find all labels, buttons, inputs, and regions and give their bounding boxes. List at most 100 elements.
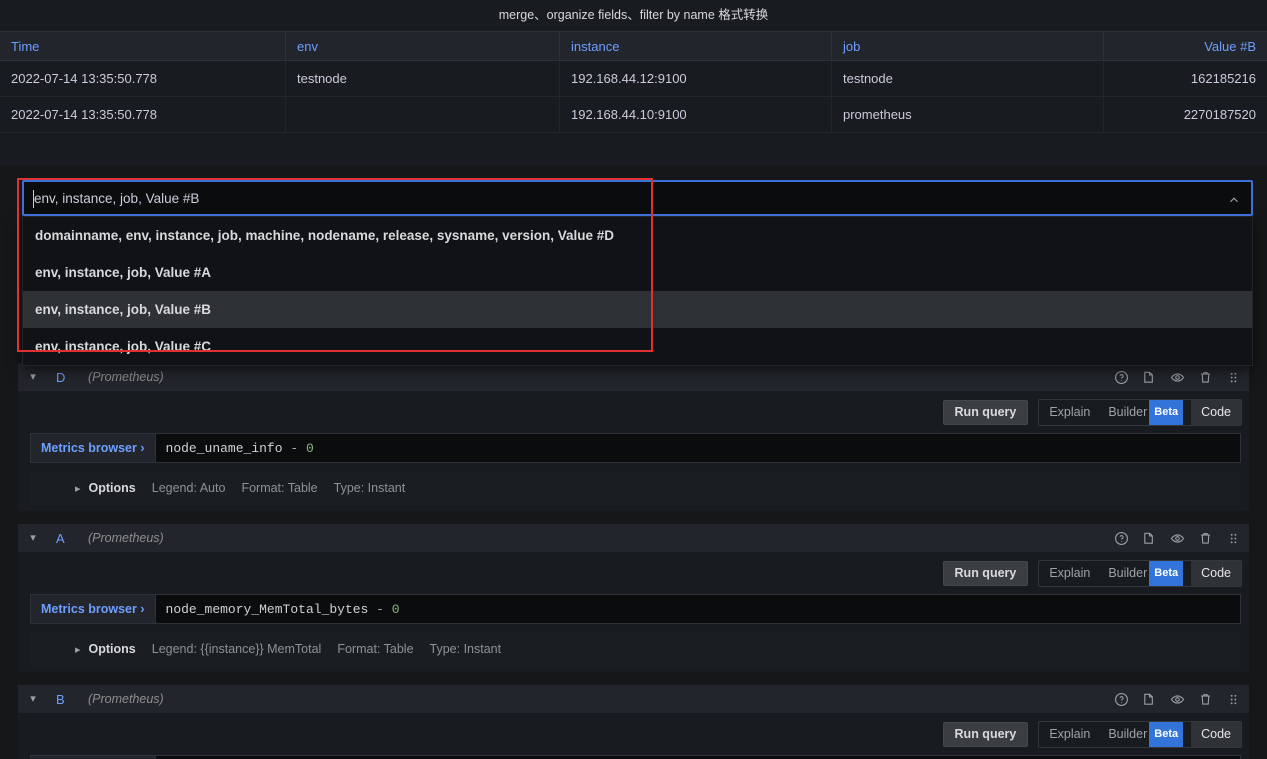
format-summary: Format: Table: [337, 642, 414, 656]
column-header-time[interactable]: Time: [0, 31, 286, 61]
query-toolbar: Run query Explain Builder Beta Code: [18, 552, 1249, 594]
query-mode-toggle: Explain Builder Beta Code: [1038, 398, 1242, 426]
query-ref-id[interactable]: A: [42, 531, 88, 546]
code-mode-button[interactable]: Code: [1191, 399, 1241, 425]
help-circle-icon[interactable]: [1114, 531, 1129, 546]
legend-summary: Legend: Auto: [151, 481, 226, 495]
expr-value: 0: [305, 440, 314, 456]
query-datasource-label: (Prometheus): [88, 692, 164, 706]
builder-mode-button[interactable]: Builder Beta: [1100, 560, 1191, 586]
chevron-right-icon[interactable]: ▸: [75, 482, 81, 495]
dropdown-option[interactable]: env, instance, job, Value #C: [23, 328, 1252, 365]
query-editor-row-b: ▾ B (Prometheus) Run query Explain Build…: [18, 685, 1249, 759]
drag-handle-icon[interactable]: [1226, 531, 1241, 546]
dropdown-option-selected[interactable]: env, instance, job, Value #B: [23, 291, 1252, 328]
metrics-browser-button[interactable]: Metrics browser ›: [30, 755, 155, 759]
cell-job: prometheus: [831, 96, 1104, 133]
eye-icon[interactable]: [1170, 531, 1185, 546]
cell-env: testnode: [285, 60, 560, 97]
query-expression-input[interactable]: node_memory_MemTotal_bytes - 0: [154, 594, 1241, 624]
builder-mode-button[interactable]: Builder Beta: [1100, 399, 1191, 425]
expr-metric: node_memory_MemTotal_bytes: [165, 601, 369, 617]
beta-badge: Beta: [1149, 721, 1184, 747]
metrics-browser-button[interactable]: Metrics browser ›: [30, 594, 155, 624]
beta-badge: Beta: [1149, 399, 1184, 425]
query-expression-input[interactable]: node_uname_info - 0: [154, 433, 1241, 463]
results-table: Time env instance job Value #B 2022-07-1…: [0, 31, 1267, 133]
query-options-bar[interactable]: ▸ Options Legend: Auto Format: Table Typ…: [30, 471, 1241, 505]
explain-toggle[interactable]: Explain: [1039, 561, 1100, 586]
expr-value: 0: [391, 601, 400, 617]
dropdown-option[interactable]: domainname, env, instance, job, machine,…: [23, 217, 1252, 254]
cell-value: 2270187520: [1103, 96, 1267, 133]
code-mode-button[interactable]: Code: [1191, 560, 1241, 586]
cell-time: 2022-07-14 13:35:50.778: [0, 60, 286, 97]
cell-time: 2022-07-14 13:35:50.778: [0, 96, 286, 133]
panel-title: merge、organize fields、filter by name 格式转…: [498, 8, 769, 22]
builder-label: Builder: [1108, 404, 1148, 419]
query-header[interactable]: ▾ A (Prometheus): [18, 524, 1249, 552]
query-expression-input[interactable]: [154, 755, 1241, 759]
query-actions: [1114, 370, 1241, 385]
eye-icon[interactable]: [1170, 692, 1185, 707]
query-toolbar: Run query Explain Builder Beta Code: [18, 713, 1249, 755]
copy-icon[interactable]: [1142, 370, 1157, 385]
query-mode-toggle: Explain Builder Beta Code: [1038, 720, 1242, 748]
format-summary: Format: Table: [241, 481, 318, 495]
explain-toggle[interactable]: Explain: [1039, 722, 1100, 747]
cell-env: [285, 96, 560, 133]
query-actions: [1114, 531, 1241, 546]
table-row: 2022-07-14 13:35:50.778 192.168.44.10:91…: [0, 96, 1267, 133]
field-select-dropdown[interactable]: domainname, env, instance, job, machine,…: [22, 216, 1253, 366]
trash-icon[interactable]: [1198, 370, 1213, 385]
cell-instance: 192.168.44.10:9100: [559, 96, 832, 133]
metrics-browser-button[interactable]: Metrics browser ›: [30, 433, 155, 463]
column-header-env[interactable]: env: [285, 31, 560, 61]
query-editor-row-a: ▾ A (Prometheus) Run query Explain Build…: [18, 524, 1249, 672]
field-select-value: env, instance, job, Value #B: [34, 191, 200, 206]
query-options-bar[interactable]: ▸ Options Legend: {{instance}} MemTotal …: [30, 632, 1241, 666]
expr-operator: -: [376, 601, 384, 617]
dropdown-option[interactable]: env, instance, job, Value #A: [23, 254, 1252, 291]
trash-icon[interactable]: [1198, 692, 1213, 707]
table-row: 2022-07-14 13:35:50.778 testnode 192.168…: [0, 60, 1267, 97]
builder-label: Builder: [1108, 565, 1148, 580]
chevron-down-icon[interactable]: ▾: [24, 524, 42, 552]
query-header[interactable]: ▾ D (Prometheus): [18, 363, 1249, 391]
column-header-value-b[interactable]: Value #B: [1103, 31, 1267, 61]
trash-icon[interactable]: [1198, 531, 1213, 546]
type-summary: Type: Instant: [333, 481, 406, 495]
run-query-button[interactable]: Run query: [942, 399, 1029, 425]
options-label: Options: [88, 481, 136, 495]
explain-toggle[interactable]: Explain: [1039, 400, 1100, 425]
eye-icon[interactable]: [1170, 370, 1185, 385]
chevron-up-icon[interactable]: [1227, 193, 1241, 207]
copy-icon[interactable]: [1142, 531, 1157, 546]
legend-summary: Legend: {{instance}} MemTotal: [151, 642, 322, 656]
expr-operator: -: [290, 440, 299, 456]
query-ref-id[interactable]: D: [42, 370, 88, 385]
query-datasource-label: (Prometheus): [88, 370, 164, 384]
field-select-input[interactable]: env, instance, job, Value #B: [22, 180, 1253, 216]
query-toolbar: Run query Explain Builder Beta Code: [18, 391, 1249, 433]
chevron-down-icon[interactable]: ▾: [24, 685, 42, 713]
copy-icon[interactable]: [1142, 692, 1157, 707]
query-ref-id[interactable]: B: [42, 692, 88, 707]
help-circle-icon[interactable]: [1114, 692, 1129, 707]
run-query-button[interactable]: Run query: [942, 721, 1029, 747]
chevron-right-icon[interactable]: ▸: [75, 643, 81, 656]
drag-handle-icon[interactable]: [1226, 692, 1241, 707]
builder-mode-button[interactable]: Builder Beta: [1100, 721, 1191, 747]
type-summary: Type: Instant: [429, 642, 502, 656]
cell-instance: 192.168.44.12:9100: [559, 60, 832, 97]
expr-metric: node_uname_info: [165, 440, 283, 456]
column-header-instance[interactable]: instance: [559, 31, 832, 61]
query-header[interactable]: ▾ B (Prometheus): [18, 685, 1249, 713]
help-circle-icon[interactable]: [1114, 370, 1129, 385]
column-header-job[interactable]: job: [831, 31, 1104, 61]
chevron-down-icon[interactable]: ▾: [24, 363, 42, 391]
builder-label: Builder: [1108, 726, 1148, 741]
drag-handle-icon[interactable]: [1226, 370, 1241, 385]
code-mode-button[interactable]: Code: [1191, 721, 1241, 747]
run-query-button[interactable]: Run query: [942, 560, 1029, 586]
